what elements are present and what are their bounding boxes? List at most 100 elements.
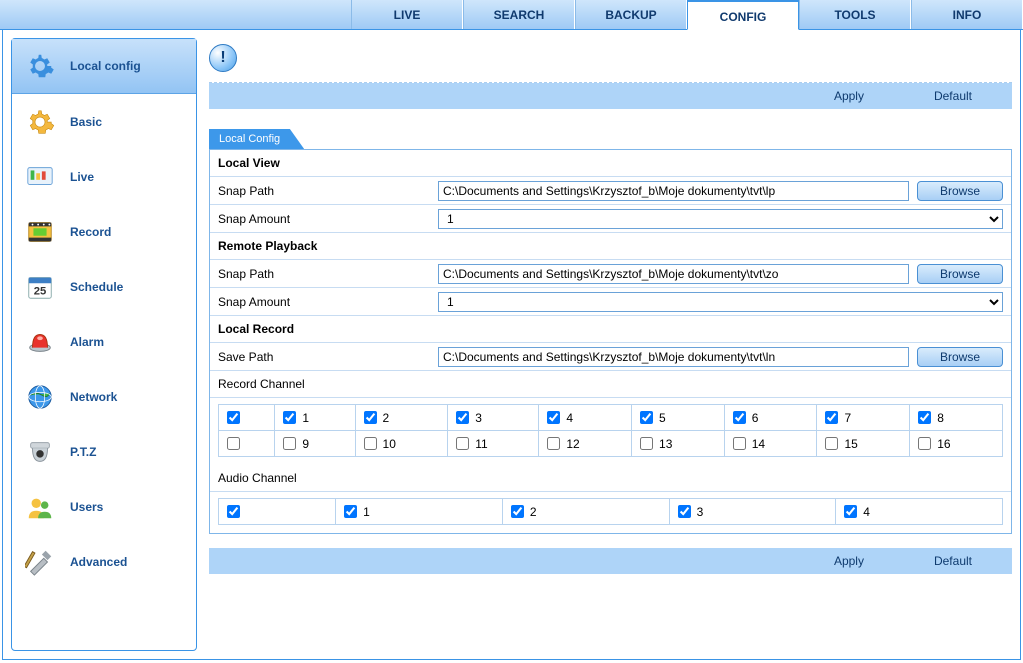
record-ch-9[interactable]: 9 bbox=[283, 437, 346, 451]
record-ch-11[interactable]: 11 bbox=[456, 437, 530, 451]
sidebar-item-label: Basic bbox=[70, 115, 102, 129]
record-ch-8[interactable]: 8 bbox=[918, 411, 994, 425]
sidebar-item-label: Advanced bbox=[70, 555, 127, 569]
sidebar-item-local-config[interactable]: Local config bbox=[12, 39, 196, 94]
browse-button[interactable]: Browse bbox=[917, 264, 1003, 284]
save-path-input[interactable] bbox=[438, 347, 909, 367]
sidebar-item-users[interactable]: Users bbox=[12, 479, 196, 534]
sidebar-item-alarm[interactable]: Alarm bbox=[12, 314, 196, 369]
snap-path-input-localview[interactable] bbox=[438, 181, 909, 201]
apply-button[interactable]: Apply bbox=[834, 89, 864, 103]
snap-path-input-remote[interactable] bbox=[438, 264, 909, 284]
monitor-icon bbox=[24, 161, 56, 193]
apply-button[interactable]: Apply bbox=[834, 554, 864, 568]
browse-button[interactable]: Browse bbox=[917, 347, 1003, 367]
record-ch-13[interactable]: 13 bbox=[640, 437, 716, 451]
actionbar-top: Apply Default bbox=[209, 83, 1012, 109]
record-ch-13-checkbox[interactable] bbox=[640, 437, 653, 450]
record-ch-11-checkbox[interactable] bbox=[456, 437, 469, 450]
record-ch-12[interactable]: 12 bbox=[547, 437, 623, 451]
film-icon bbox=[24, 216, 56, 248]
tab-local-config[interactable]: Local Config bbox=[209, 129, 304, 149]
audio-master-checkbox[interactable] bbox=[227, 505, 240, 518]
audio-ch-1-checkbox[interactable] bbox=[344, 505, 357, 518]
audio-channel-label: Audio Channel bbox=[210, 465, 1011, 492]
topnav-tools[interactable]: TOOLS bbox=[799, 0, 911, 29]
audio-ch-3-checkbox[interactable] bbox=[678, 505, 691, 518]
sidebar: Local config Basic Live Record 25 Schedu… bbox=[11, 38, 197, 651]
record-ch-2[interactable]: 2 bbox=[364, 411, 440, 425]
topnav-backup[interactable]: BACKUP bbox=[575, 0, 687, 29]
record-master-row1-checkbox[interactable] bbox=[227, 411, 240, 424]
topnav: LIVE SEARCH BACKUP CONFIG TOOLS INFO bbox=[0, 0, 1023, 30]
section-local-record: Local Record bbox=[210, 316, 1011, 343]
audio-ch-2[interactable]: 2 bbox=[511, 505, 661, 519]
sidebar-item-advanced[interactable]: Advanced bbox=[12, 534, 196, 589]
record-ch-2-checkbox[interactable] bbox=[364, 411, 377, 424]
snap-amount-label: Snap Amount bbox=[210, 208, 430, 230]
sidebar-item-network[interactable]: Network bbox=[12, 369, 196, 424]
content: ! Apply Default Local Config Local View … bbox=[209, 38, 1012, 651]
record-ch-10[interactable]: 10 bbox=[364, 437, 440, 451]
record-ch-7[interactable]: 7 bbox=[825, 411, 901, 425]
record-master-row2-checkbox[interactable] bbox=[227, 437, 240, 450]
record-ch-16[interactable]: 16 bbox=[918, 437, 994, 451]
record-ch-1-checkbox[interactable] bbox=[283, 411, 296, 424]
topnav-config[interactable]: CONFIG bbox=[687, 0, 799, 30]
sidebar-item-basic[interactable]: Basic bbox=[12, 94, 196, 149]
record-ch-14[interactable]: 14 bbox=[733, 437, 809, 451]
topnav-info[interactable]: INFO bbox=[911, 0, 1023, 29]
gear-icon bbox=[24, 50, 56, 82]
record-ch-3-checkbox[interactable] bbox=[456, 411, 469, 424]
sidebar-item-label: Schedule bbox=[70, 280, 123, 294]
sidebar-item-live[interactable]: Live bbox=[12, 149, 196, 204]
record-master-row1[interactable] bbox=[227, 411, 266, 424]
record-ch-12-checkbox[interactable] bbox=[547, 437, 560, 450]
record-ch-5[interactable]: 5 bbox=[640, 411, 716, 425]
record-ch-4-checkbox[interactable] bbox=[547, 411, 560, 424]
dome-camera-icon bbox=[24, 436, 56, 468]
gear-icon bbox=[24, 106, 56, 138]
record-ch-7-checkbox[interactable] bbox=[825, 411, 838, 424]
topnav-live[interactable]: LIVE bbox=[351, 0, 463, 29]
record-ch-9-checkbox[interactable] bbox=[283, 437, 296, 450]
sidebar-item-label: Record bbox=[70, 225, 111, 239]
audio-ch-4-checkbox[interactable] bbox=[844, 505, 857, 518]
info-icon: ! bbox=[209, 44, 237, 72]
record-ch-14-checkbox[interactable] bbox=[733, 437, 746, 450]
save-path-label: Save Path bbox=[210, 346, 430, 368]
record-ch-15[interactable]: 15 bbox=[825, 437, 901, 451]
sidebar-item-label: Live bbox=[70, 170, 94, 184]
audio-master[interactable] bbox=[227, 505, 327, 518]
actionbar-bottom: Apply Default bbox=[209, 548, 1012, 574]
record-ch-10-checkbox[interactable] bbox=[364, 437, 377, 450]
sidebar-item-record[interactable]: Record bbox=[12, 204, 196, 259]
default-button[interactable]: Default bbox=[934, 554, 972, 568]
record-ch-15-checkbox[interactable] bbox=[825, 437, 838, 450]
browse-button[interactable]: Browse bbox=[917, 181, 1003, 201]
audio-ch-2-checkbox[interactable] bbox=[511, 505, 524, 518]
audio-ch-4[interactable]: 4 bbox=[844, 505, 994, 519]
sidebar-item-schedule[interactable]: 25 Schedule bbox=[12, 259, 196, 314]
audio-channel-grid: 1 2 3 4 bbox=[218, 498, 1003, 525]
audio-ch-1[interactable]: 1 bbox=[344, 505, 494, 519]
default-button[interactable]: Default bbox=[934, 89, 972, 103]
record-ch-6-checkbox[interactable] bbox=[733, 411, 746, 424]
snap-amount-select-remote[interactable]: 1 bbox=[438, 292, 1003, 312]
record-ch-1[interactable]: 1 bbox=[283, 411, 346, 425]
record-ch-6[interactable]: 6 bbox=[733, 411, 809, 425]
users-icon bbox=[24, 491, 56, 523]
record-master-row2[interactable] bbox=[227, 437, 266, 450]
audio-ch-3[interactable]: 3 bbox=[678, 505, 828, 519]
snap-amount-select-localview[interactable]: 1 bbox=[438, 209, 1003, 229]
record-channel-grid: 12345678 910111213141516 bbox=[218, 404, 1003, 457]
record-ch-3[interactable]: 3 bbox=[456, 411, 530, 425]
record-ch-4[interactable]: 4 bbox=[547, 411, 623, 425]
sidebar-item-ptz[interactable]: P.T.Z bbox=[12, 424, 196, 479]
snap-path-label: Snap Path bbox=[210, 263, 430, 285]
record-ch-8-checkbox[interactable] bbox=[918, 411, 931, 424]
record-ch-16-checkbox[interactable] bbox=[918, 437, 931, 450]
config-panel: Local View Snap Path Browse Snap Amount … bbox=[209, 149, 1012, 534]
record-ch-5-checkbox[interactable] bbox=[640, 411, 653, 424]
topnav-search[interactable]: SEARCH bbox=[463, 0, 575, 29]
